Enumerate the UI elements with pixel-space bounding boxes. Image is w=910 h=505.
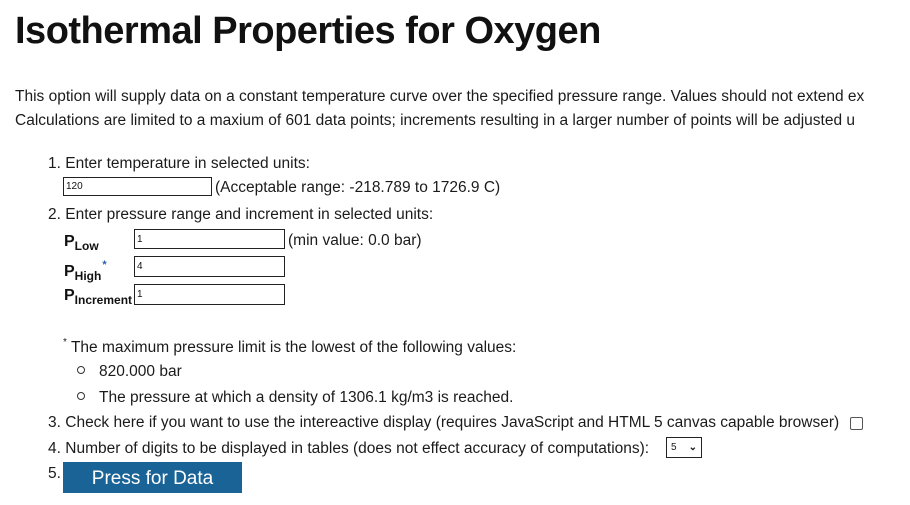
chevron-down-icon: ⌄ [688,442,697,453]
p-low-input[interactable] [134,229,285,249]
step-1-label: Enter temperature in selected units: [65,155,310,172]
bullet-icon [77,392,85,400]
temperature-input[interactable] [63,177,212,196]
digits-select-value: 5 [671,442,677,453]
p-increment-input[interactable] [134,284,285,305]
page-title: Isothermal Properties for Oxygen [15,10,601,52]
step-3-number: 3. [48,414,61,431]
press-for-data-button[interactable]: Press for Data [63,462,242,493]
p-low-label: PLow [64,233,99,253]
step-2-label: Enter pressure range and increment in se… [65,206,434,223]
footnote-marker-icon: * [102,259,107,271]
bullet-icon [77,366,85,374]
intro-line-2: Calculations are limited to a maxium of … [15,112,856,129]
p-high-label: PHigh* [64,259,107,283]
step-1-number: 1. [48,155,61,172]
step-4-label: Number of digits to be displayed in tabl… [65,440,650,457]
step-2: 2. Enter pressure range and increment in… [48,206,433,224]
footnote-asterisk: * [63,337,67,348]
digits-select[interactable]: 5 ⌄ [666,437,702,458]
footnote-item: 820.000 bar [77,363,182,381]
step-2-number: 2. [48,206,61,223]
temperature-range-hint: (Acceptable range: -218.789 to 1726.9 C) [215,179,501,196]
footnote-item: The pressure at which a density of 1306.… [77,389,513,407]
p-low-hint: (min value: 0.0 bar) [288,232,422,249]
step-3: 3. Check here if you want to use the int… [48,414,839,432]
step-4-number: 4. [48,440,61,457]
step-4: 4. Number of digits to be displayed in t… [48,440,649,458]
p-high-input[interactable] [134,256,285,277]
p-increment-label: PIncrement [64,287,133,307]
interactive-display-checkbox[interactable] [850,417,863,430]
intro-line-1: This option will supply data on a consta… [15,88,865,105]
footnote: * The maximum pressure limit is the lowe… [63,337,516,357]
footnote-text: The maximum pressure limit is the lowest… [70,339,517,356]
step-5-number: 5. [48,465,61,482]
step-1: 1. Enter temperature in selected units: [48,155,310,173]
step-3-label: Check here if you want to use the intere… [65,414,840,431]
